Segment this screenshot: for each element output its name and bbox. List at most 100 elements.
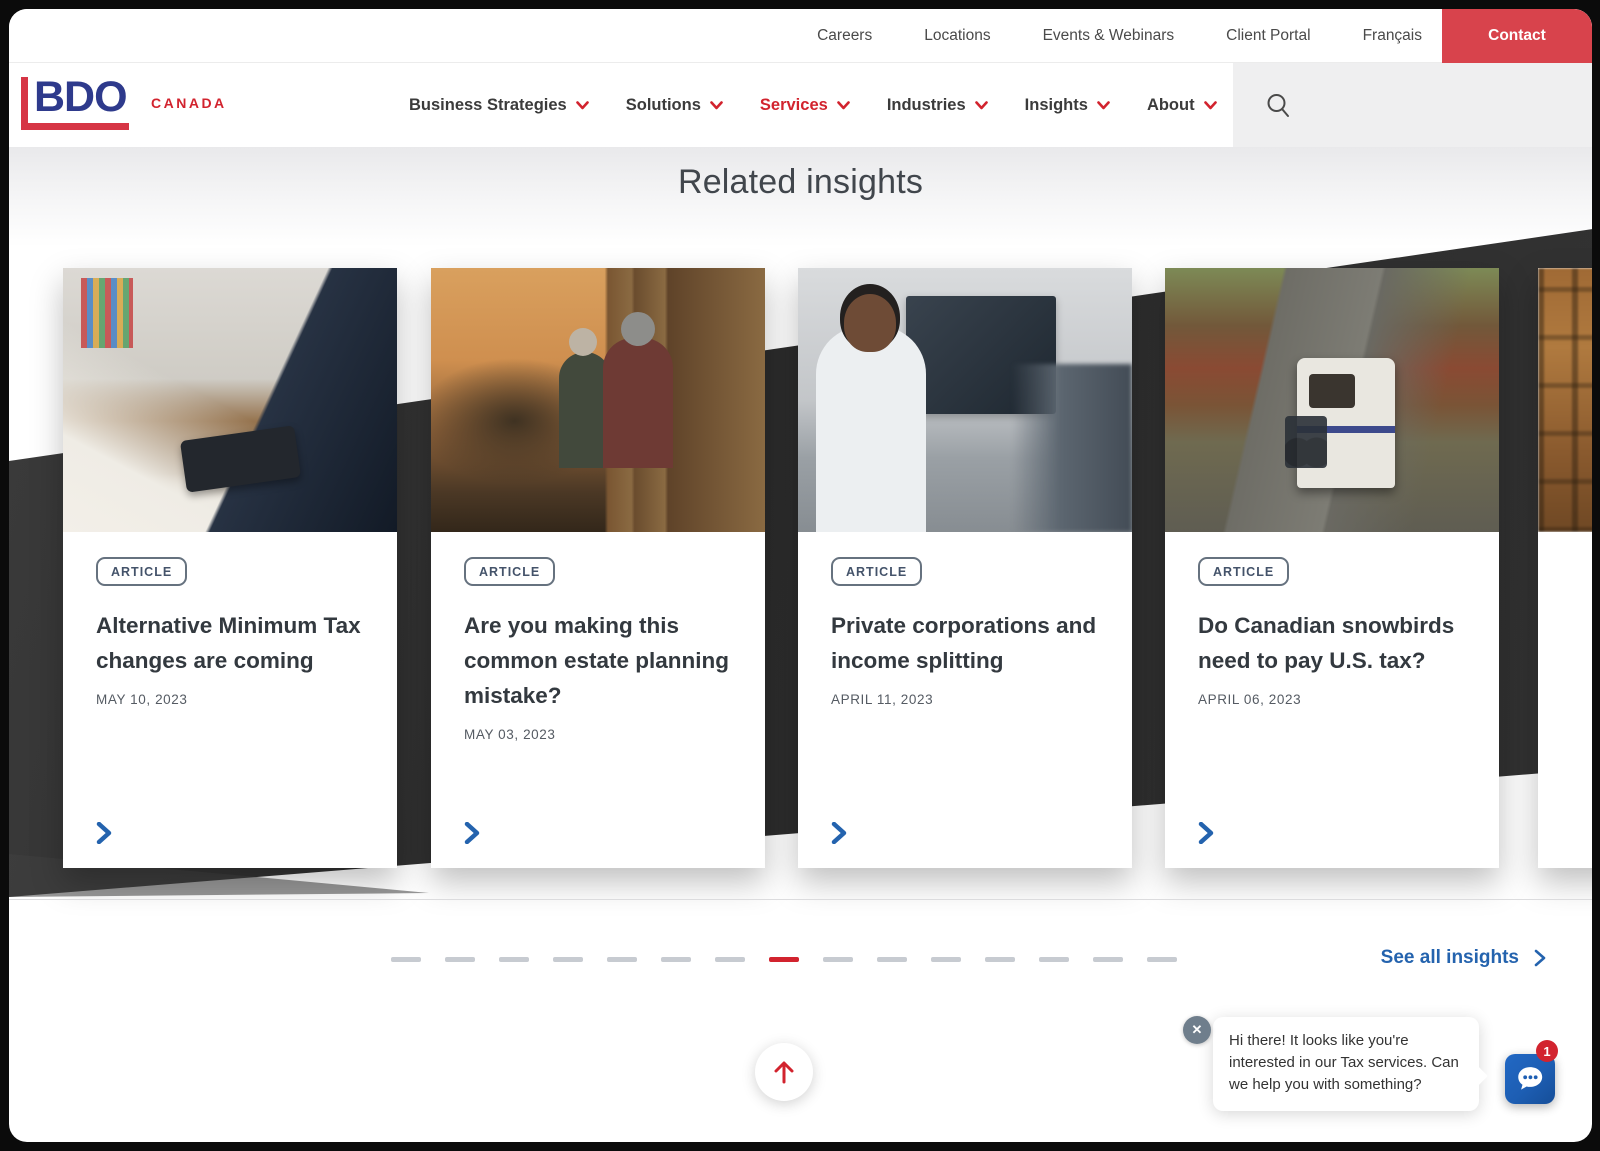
pagination-dash[interactable]	[607, 957, 637, 962]
card-image-detail	[1297, 358, 1395, 488]
nav-item-about[interactable]: About	[1147, 96, 1217, 115]
pagination	[391, 957, 1177, 962]
chevron-right-icon[interactable]	[831, 822, 847, 844]
chevron-down-icon	[1204, 101, 1217, 110]
pagination-dash[interactable]	[661, 957, 691, 962]
chat-notification-badge: 1	[1536, 1040, 1558, 1062]
primary-nav: Business Strategies Solutions Services I…	[409, 63, 1217, 147]
card-image-detail	[603, 338, 673, 468]
article-badge: ARTICLE	[1198, 557, 1289, 586]
topbar-link-events-webinars[interactable]: Events & Webinars	[1043, 27, 1175, 45]
card-image	[1538, 268, 1592, 532]
pagination-dash[interactable]	[1093, 957, 1123, 962]
card-image-detail	[81, 278, 133, 348]
page: Careers Locations Events & Webinars Clie…	[9, 9, 1592, 1142]
card-body: ARTICLE Private corporations and income …	[798, 532, 1132, 868]
chevron-down-icon	[837, 101, 850, 110]
see-all-insights-link[interactable]: See all insights	[1381, 947, 1546, 969]
nav-item-insights[interactable]: Insights	[1025, 96, 1110, 115]
contact-button[interactable]: Contact	[1442, 9, 1592, 63]
card-title[interactable]: Alternative Minimum Tax changes are comi…	[96, 608, 364, 678]
card-title[interactable]: Do Canadian snowbirds need to pay U.S. t…	[1198, 608, 1466, 678]
card-image	[63, 268, 397, 532]
pagination-dash[interactable]	[1147, 957, 1177, 962]
pagination-dash[interactable]	[499, 957, 529, 962]
pagination-dash[interactable]	[1039, 957, 1069, 962]
search-icon[interactable]	[1265, 92, 1291, 118]
card-title[interactable]: Are you making this common estate planni…	[464, 608, 732, 713]
top-utility-bar: Careers Locations Events & Webinars Clie…	[9, 9, 1592, 63]
card-image-art	[1165, 268, 1499, 532]
nav-item-industries[interactable]: Industries	[887, 96, 988, 115]
nav-label: Solutions	[626, 96, 701, 115]
card-date: MAY 10, 2023	[96, 692, 364, 707]
card-image-detail	[180, 425, 301, 492]
nav-item-services[interactable]: Services	[760, 96, 850, 115]
chevron-down-icon	[975, 101, 988, 110]
pagination-dash-active[interactable]	[769, 957, 799, 962]
card-date: APRIL 06, 2023	[1198, 692, 1466, 707]
card-body: ARTICLE Are you making this common estat…	[431, 532, 765, 868]
card-image	[431, 268, 765, 532]
pagination-dash[interactable]	[715, 957, 745, 962]
topbar-link-client-portal[interactable]: Client Portal	[1226, 27, 1310, 45]
chevron-down-icon	[576, 101, 589, 110]
card-date: APRIL 11, 2023	[831, 692, 1099, 707]
card-image-detail	[844, 294, 896, 352]
topbar-link-careers[interactable]: Careers	[817, 27, 872, 45]
bdo-logo-underline	[21, 123, 129, 130]
insight-card[interactable]: ARTICLE Alternative Minimum Tax changes …	[63, 268, 397, 868]
section-divider	[9, 899, 1592, 900]
top-utility-links: Careers Locations Events & Webinars Clie…	[817, 9, 1422, 63]
article-badge: ARTICLE	[96, 557, 187, 586]
pagination-dash[interactable]	[985, 957, 1015, 962]
card-title[interactable]: Private corporations and income splittin…	[831, 608, 1099, 678]
card-image	[1165, 268, 1499, 532]
nav-item-solutions[interactable]: Solutions	[626, 96, 723, 115]
pagination-dash[interactable]	[391, 957, 421, 962]
card-image-art	[431, 268, 765, 532]
pagination-dash[interactable]	[445, 957, 475, 962]
scroll-to-top-button[interactable]	[755, 1043, 813, 1101]
chat-message-text: Hi there! It looks like you're intereste…	[1229, 1032, 1459, 1093]
chevron-right-icon[interactable]	[1198, 822, 1214, 844]
card-image	[798, 268, 1132, 532]
pagination-dash[interactable]	[931, 957, 961, 962]
card-image-detail	[621, 312, 655, 346]
chevron-down-icon	[710, 101, 723, 110]
nav-label: About	[1147, 96, 1195, 115]
pagination-dash[interactable]	[823, 957, 853, 962]
article-badge: ARTICLE	[464, 557, 555, 586]
chat-message-bubble: Hi there! It looks like you're intereste…	[1213, 1017, 1479, 1111]
chevron-right-icon[interactable]	[96, 822, 112, 844]
see-all-label: See all insights	[1381, 947, 1519, 969]
insight-card[interactable]: ARTICLE Are you making this common estat…	[431, 268, 765, 868]
search-panel[interactable]	[1233, 63, 1592, 147]
chevron-right-icon[interactable]	[464, 822, 480, 844]
topbar-link-locations[interactable]: Locations	[924, 27, 990, 45]
nav-label: Insights	[1025, 96, 1088, 115]
card-body: ARTICLE Do Canadian snowbirds need to pa…	[1165, 532, 1499, 868]
bdo-logo-text: BDO	[34, 73, 127, 121]
pagination-dash[interactable]	[553, 957, 583, 962]
card-image-art	[63, 268, 397, 532]
arrow-up-icon	[773, 1059, 795, 1085]
chat-close-button[interactable]: ✕	[1183, 1016, 1211, 1044]
nav-label: Industries	[887, 96, 966, 115]
insight-card[interactable]: ARTICLE Private corporations and income …	[798, 268, 1132, 868]
nav-item-business-strategies[interactable]: Business Strategies	[409, 96, 589, 115]
section-title: Related insights	[9, 147, 1592, 202]
card-image-detail	[1012, 364, 1132, 532]
canada-label[interactable]: CANADA	[151, 95, 227, 111]
card-body: ARTICLE Alternative Minimum Tax changes …	[63, 532, 397, 868]
article-badge: ARTICLE	[831, 557, 922, 586]
card-image-detail	[816, 326, 926, 532]
insight-card[interactable]: ARTICLE Do Canadian snowbirds need to pa…	[1165, 268, 1499, 868]
nav-label: Business Strategies	[409, 96, 567, 115]
bdo-logo[interactable]: BDO	[21, 73, 131, 133]
insight-card-partial[interactable]	[1538, 268, 1592, 868]
card-image-art	[1538, 268, 1592, 532]
related-insights-section-header: Related insights	[9, 147, 1592, 247]
pagination-dash[interactable]	[877, 957, 907, 962]
topbar-link-francais[interactable]: Français	[1363, 27, 1422, 45]
